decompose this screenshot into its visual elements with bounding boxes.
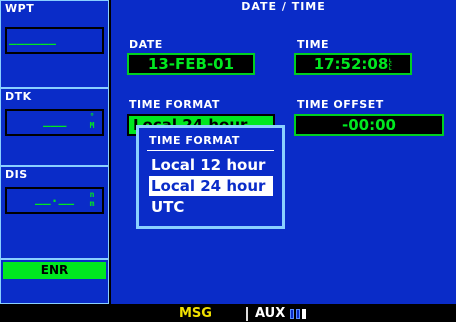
wpt-value: ______ bbox=[9, 31, 56, 46]
time-field: 17:52:08LCL bbox=[294, 53, 412, 75]
dtk-unit-bottom: M bbox=[89, 121, 95, 130]
dtk-value-field: ___ ° M bbox=[5, 109, 104, 136]
time-value: 17:52:08 bbox=[313, 55, 389, 73]
wpt-box[interactable]: WPT ______ bbox=[0, 0, 109, 88]
dtk-label: DTK bbox=[5, 90, 32, 103]
option-local-24-hour[interactable]: Local 24 hour bbox=[149, 176, 273, 196]
sidebar: WPT ______ DTK ___ ° M DIS __.__ n m ENR bbox=[0, 0, 109, 304]
date-field[interactable]: 13-FEB-01 bbox=[127, 53, 255, 75]
msg-annunciator[interactable]: MSG bbox=[179, 306, 212, 321]
option-utc[interactable]: UTC bbox=[149, 197, 273, 217]
time-format-popup: TIME FORMAT Local 12 hour Local 24 hour … bbox=[136, 125, 285, 229]
dtk-unit-top: ° bbox=[89, 112, 95, 121]
status-bar: MSG AUX bbox=[0, 304, 456, 322]
time-label: TIME bbox=[297, 38, 330, 51]
wpt-label: WPT bbox=[5, 2, 35, 15]
time-offset-value: -00:00 bbox=[342, 116, 396, 134]
date-value: 13-FEB-01 bbox=[147, 55, 235, 73]
dis-box[interactable]: DIS __.__ n m bbox=[0, 166, 109, 259]
option-local-12-hour[interactable]: Local 12 hour bbox=[149, 155, 273, 175]
status-divider bbox=[246, 307, 248, 321]
popup-title: TIME FORMAT bbox=[149, 134, 240, 147]
time-offset-label: TIME OFFSET bbox=[297, 98, 384, 111]
page-indicator-1 bbox=[290, 309, 294, 319]
dis-unit-top: n bbox=[89, 190, 95, 199]
dis-unit-bottom: m bbox=[89, 199, 95, 208]
popup-divider bbox=[147, 150, 274, 151]
aux-page-group[interactable]: AUX bbox=[255, 306, 285, 321]
time-offset-field[interactable]: -00:00 bbox=[294, 114, 444, 136]
enr-box[interactable]: ENR bbox=[0, 259, 109, 304]
enr-label: ENR bbox=[3, 262, 106, 279]
page-title: DATE / TIME bbox=[241, 0, 326, 13]
page-indicator-3 bbox=[302, 309, 306, 319]
dtk-box[interactable]: DTK ___ ° M bbox=[0, 88, 109, 166]
dis-label: DIS bbox=[5, 168, 28, 181]
time-suffix: LCL bbox=[388, 57, 392, 71]
page-indicator-2 bbox=[296, 309, 300, 319]
dis-value-field: __.__ n m bbox=[5, 187, 104, 214]
time-format-label: TIME FORMAT bbox=[129, 98, 220, 111]
wpt-value-field: ______ bbox=[5, 27, 104, 54]
date-label: DATE bbox=[129, 38, 163, 51]
